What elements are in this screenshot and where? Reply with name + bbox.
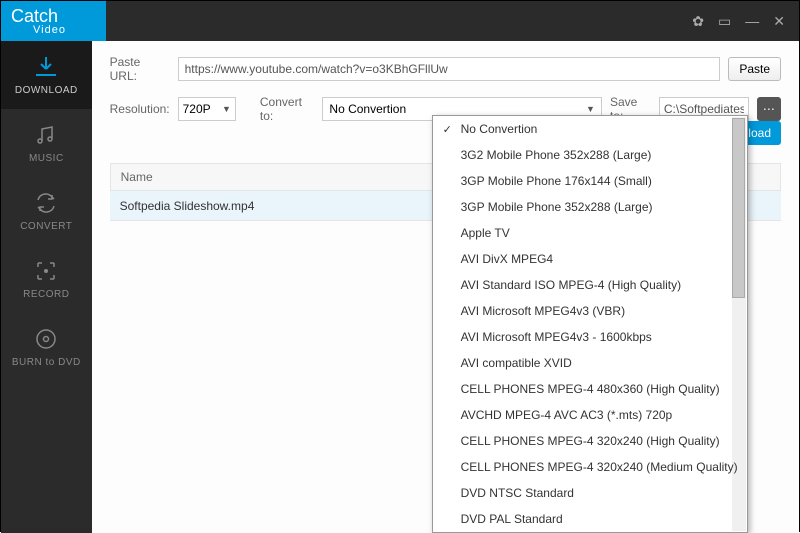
sidebar-item-label: RECORD	[23, 289, 69, 300]
resolution-select[interactable]: 720P ▼	[178, 97, 236, 121]
chevron-down-icon: ▼	[586, 104, 595, 114]
dropdown-item[interactable]: 3GP Mobile Phone 176x144 (Small)	[433, 168, 747, 194]
sidebar-item-convert[interactable]: CONVERT	[1, 177, 92, 245]
title-bar: Catch Video ✿ ▭ — ✕	[1, 1, 799, 41]
sidebar-item-record[interactable]: RECORD	[1, 245, 92, 313]
dropdown-item[interactable]: AVI DivX MPEG4	[433, 246, 747, 272]
minimize-icon[interactable]: —	[745, 13, 759, 29]
logo-text: Catch	[11, 6, 58, 26]
file-name: Softpedia Slideshow.mp4	[120, 199, 255, 213]
dropdown-item[interactable]: AVI Microsoft MPEG4v3 (VBR)	[433, 298, 747, 324]
chevron-down-icon: ▼	[222, 104, 231, 114]
sidebar-item-label: DOWNLOAD	[15, 85, 78, 96]
record-icon	[34, 259, 58, 283]
dropdown-item[interactable]: 3G2 Mobile Phone 352x288 (Large)	[433, 142, 747, 168]
close-icon[interactable]: ✕	[773, 13, 785, 30]
music-icon	[34, 123, 58, 147]
dropdown-item[interactable]: AVI Microsoft MPEG4v3 - 1600kbps	[433, 324, 747, 350]
settings-icon[interactable]: ✿	[692, 13, 704, 30]
sidebar-item-label: MUSIC	[29, 153, 64, 164]
convert-value: No Convertion	[329, 102, 406, 116]
paste-url-label: Paste URL:	[110, 55, 170, 83]
dropdown-item[interactable]: AVCHD MPEG-4 AVC AC3 (*.mts) 720p	[433, 402, 747, 428]
dropdown-item[interactable]: DVD PAL Standard	[433, 506, 747, 532]
download-icon	[33, 55, 59, 79]
dropdown-item[interactable]: CELL PHONES MPEG-4 480x360 (High Quality…	[433, 376, 747, 402]
url-input[interactable]	[178, 57, 721, 81]
dropdown-item[interactable]: DVD NTSC Standard	[433, 480, 747, 506]
resolution-label: Resolution:	[110, 102, 170, 116]
dropdown-item[interactable]: 3GP Mobile Phone 352x288 (Large)	[433, 194, 747, 220]
app-logo: Catch Video	[1, 1, 106, 41]
sidebar-item-burn[interactable]: BURN to DVD	[1, 313, 92, 381]
sidebar-item-label: BURN to DVD	[12, 357, 81, 368]
dropdown-item[interactable]: AVI compatible XVID	[433, 350, 747, 376]
dvd-icon	[34, 327, 58, 351]
sidebar: DOWNLOAD MUSIC CONVERT RECORD BURN to DV…	[1, 41, 92, 533]
convert-label: Convert to:	[260, 95, 315, 123]
browse-button[interactable]: ⋯	[757, 97, 781, 121]
dropdown-item[interactable]: CELL PHONES MPEG-4 320x240 (Medium Quali…	[433, 454, 747, 480]
dropdown-item[interactable]: No Convertion	[433, 116, 747, 142]
column-header-name: Name	[121, 170, 153, 184]
logo-subtitle: Video	[33, 25, 66, 36]
sidebar-item-music[interactable]: MUSIC	[1, 109, 92, 177]
convert-icon	[34, 191, 58, 215]
sidebar-item-download[interactable]: DOWNLOAD	[1, 41, 92, 109]
sidebar-item-label: CONVERT	[20, 221, 72, 232]
window-controls: ✿ ▭ — ✕	[692, 13, 799, 30]
feedback-icon[interactable]: ▭	[718, 13, 731, 30]
content-area: Paste URL: Paste Resolution: 720P ▼ Conv…	[92, 41, 799, 533]
dropdown-item[interactable]: CELL PHONES MPEG-4 320x240 (High Quality…	[433, 428, 747, 454]
convert-dropdown: No Convertion 3G2 Mobile Phone 352x288 (…	[432, 115, 748, 533]
dropdown-item[interactable]: AVI Standard ISO MPEG-4 (High Quality)	[433, 272, 747, 298]
paste-button[interactable]: Paste	[728, 57, 781, 81]
resolution-value: 720P	[183, 102, 211, 116]
dropdown-item[interactable]: Apple TV	[433, 220, 747, 246]
